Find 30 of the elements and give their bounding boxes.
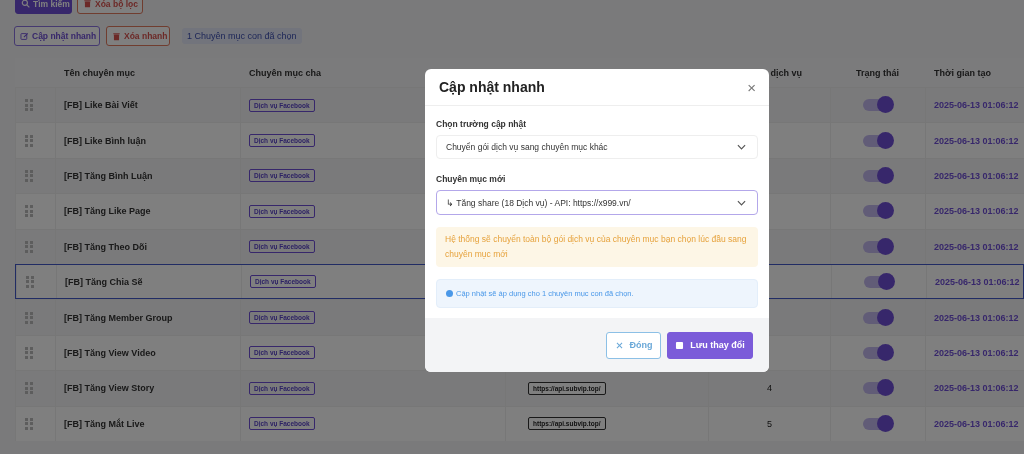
category-name: [FB] Tăng Mắt Live [64, 418, 145, 429]
category-name: [FB] Tăng View Story [64, 383, 155, 394]
created-time: 2025-06-13 01:06:12 [935, 276, 1020, 287]
created-time: 2025-06-13 01:06:12 [934, 135, 1019, 146]
category-name: [FB] Tăng View Video [64, 347, 156, 358]
column-header: Tên chuyên mục [64, 67, 135, 78]
service-count: 5 [767, 418, 772, 429]
column-header: Chuyên mục cha [249, 67, 322, 78]
category-name: [FB] Tăng Theo Dõi [64, 241, 147, 252]
service-count: 4 [767, 383, 772, 394]
field-label: Chuyên mục mới [436, 174, 507, 184]
created-time: 2025-06-13 01:06:12 [934, 170, 1019, 181]
column-header: Trạng thái [856, 67, 899, 78]
category-name: [FB] Like Bình luận [64, 135, 146, 146]
created-time: 2025-06-13 01:06:12 [934, 312, 1019, 323]
created-time: 2025-06-13 01:06:12 [934, 241, 1019, 252]
category-name: [FB] Tăng Like Page [64, 206, 151, 217]
category-name: [FB] Like Bài Viết [64, 100, 138, 111]
column-header: dịch vụ [770, 67, 802, 78]
category-name: [FB] Tăng Chia Sẽ [65, 276, 143, 287]
column-header: Thời gian tạo [934, 67, 991, 78]
category-name: [FB] Tăng Member Group [64, 312, 173, 323]
category-name: [FB] Tăng Bình Luận [64, 170, 153, 181]
created-time: 2025-06-13 01:06:12 [934, 418, 1019, 429]
created-time: 2025-06-13 01:06:12 [934, 347, 1019, 358]
created-time: 2025-06-13 01:06:12 [934, 383, 1019, 394]
warning-message: Hệ thống sẽ chuyển toàn bộ gói dịch vụ của chuyên mục bạn chọn lúc đầu sang chuyên mục mới [436, 227, 758, 267]
created-time: 2025-06-13 01:06:12 [934, 206, 1019, 217]
created-time: 2025-06-13 01:06:12 [934, 100, 1019, 111]
selection-count-badge: 1 Chuyên mục con đã chọn [182, 28, 302, 44]
